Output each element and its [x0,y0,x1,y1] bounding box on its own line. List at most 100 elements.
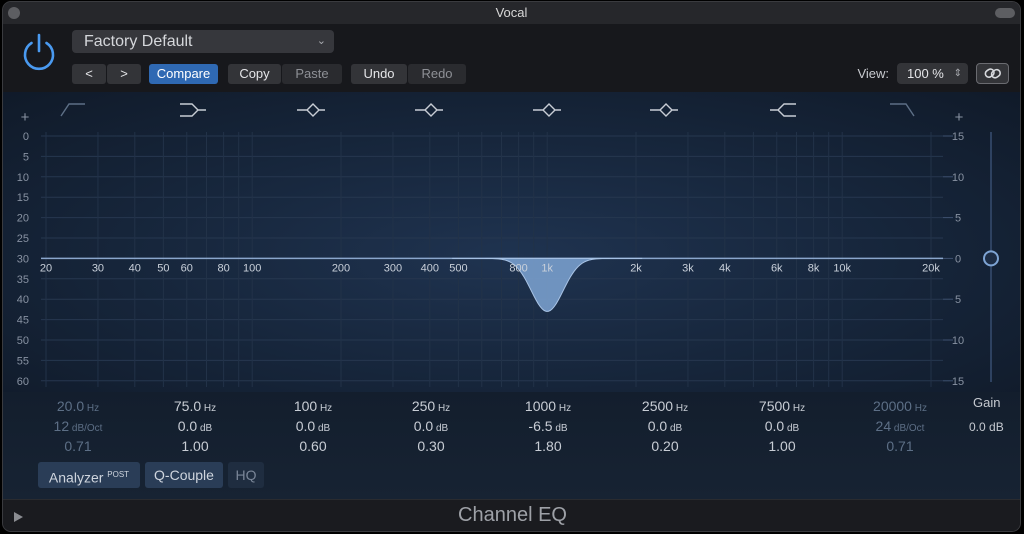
view-zoom-select[interactable]: 100 % ⇕ [897,63,968,84]
band-gain[interactable]: 24 dB/Oct [855,418,945,434]
band-gain-unit: dB/Oct [69,423,103,434]
next-preset-button[interactable]: > [107,64,141,84]
band-q-value: 1.00 [181,438,209,454]
band-frequency[interactable]: 20.0 Hz [33,398,123,414]
db-scale-label: 30 [17,253,29,265]
band-q[interactable]: 1.80 [503,438,593,454]
freq-label: 20 [40,262,52,274]
high-pass-filter-icon[interactable] [60,103,85,117]
db-scale-label: 55 [17,355,29,367]
eq-graph-svg[interactable]: 05101520253035404550556015105051015+ +20 3… [3,92,1021,392]
q-couple-button[interactable]: Q-Couple [145,462,223,488]
band-column-8: 20000 Hz 24 dB/Oct 0.71 [855,398,945,454]
view-label: View: [857,66,889,81]
bell-filter-icon[interactable] [415,103,443,117]
band-frequency-unit: Hz [317,403,333,414]
band-frequency-value: 2500 [641,398,674,414]
band-q[interactable]: 0.71 [855,438,945,454]
analyzer-post-label: POST [107,470,130,479]
band-frequency-unit: Hz [201,403,217,414]
freq-label: 60 [181,262,193,274]
band-gain-value: 24 [875,418,892,434]
band-frequency[interactable]: 7500 Hz [737,398,827,414]
band-frequency-unit: Hz [556,403,572,414]
band-gain-unit: dB [667,423,683,434]
analyzer-button[interactable]: Analyzer POST [38,462,140,488]
freq-label: 200 [332,262,350,274]
bell-filter-icon[interactable] [533,103,561,117]
band-gain-unit: dB [784,423,800,434]
band-q[interactable]: 1.00 [737,438,827,454]
gain-scale-label: 0 [955,253,961,265]
previous-preset-button[interactable]: < [72,64,106,84]
freq-label: 800 [509,262,527,274]
band-q[interactable]: 0.71 [33,438,123,454]
band-column-4: 250 Hz 0.0 dB 0.30 [386,398,476,454]
freq-label: 80 [217,262,229,274]
gain-scale-label: 5 [955,213,961,225]
plus-right-icon[interactable]: + [955,109,964,126]
footer-bar: Channel EQ [3,499,1020,531]
window-title: Vocal [495,5,528,20]
band-gain[interactable]: 12 dB/Oct [33,418,123,434]
band-frequency[interactable]: 2500 Hz [620,398,710,414]
band-q[interactable]: 0.30 [386,438,476,454]
bell-filter-icon[interactable] [297,103,325,117]
band-gain[interactable]: -6.5 dB [503,418,593,434]
band-q[interactable]: 0.20 [620,438,710,454]
band-frequency[interactable]: 250 Hz [386,398,476,414]
freq-label: 2k [630,262,642,274]
compare-button[interactable]: Compare [149,64,218,84]
eq-graph[interactable]: 0 5 10 15 20 25 30 35 40 45 50 55 60 15 10 5 0 5 10 15 + +20 3… [3,92,1021,392]
gain-scale-label: 10 [952,335,964,347]
band-gain-unit: dB [552,423,568,434]
band-q-value: 0.20 [651,438,679,454]
band-frequency-value: 250 [411,398,436,414]
hq-button[interactable]: HQ [228,462,264,488]
link-button[interactable] [976,63,1009,84]
db-scale-label: 40 [17,294,29,306]
band-gain-unit: dB [197,423,213,434]
high-shelf-filter-icon[interactable] [770,103,796,117]
paste-button[interactable]: Paste [282,64,342,84]
band-gain[interactable]: 0.0 dB [737,418,827,434]
analyzer-label: Analyzer [48,469,104,486]
band-frequency[interactable]: 100 Hz [268,398,358,414]
bell-filter-icon[interactable] [650,103,678,117]
band-gain[interactable]: 0.0 dB [386,418,476,434]
undo-button[interactable]: Undo [351,64,407,84]
band-frequency[interactable]: 75.0 Hz [150,398,240,414]
plus-left-icon[interactable]: + [21,109,30,126]
band-gain-unit: dB [315,423,331,434]
gain-knob[interactable] [983,250,999,267]
updown-chevron-icon: ⇕ [953,68,962,79]
resize-pill-icon[interactable] [995,8,1015,18]
band-gain[interactable]: 0.0 dB [268,418,358,434]
band-q-value: 0.71 [64,438,92,454]
band-column-1: 20.0 Hz 12 dB/Oct 0.71 [33,398,123,454]
close-dot-icon[interactable] [8,7,20,19]
band-q[interactable]: 1.00 [150,438,240,454]
low-pass-filter-icon[interactable] [890,103,915,117]
copy-button[interactable]: Copy [228,64,281,84]
gain-value[interactable]: 0.0 dB [969,420,1004,434]
db-scale-label: 5 [23,151,29,163]
preset-menu[interactable]: Factory Default ⌄ [72,30,334,53]
freq-label: 8k [808,262,820,274]
band-gain[interactable]: 0.0 dB [150,418,240,434]
plugin-header: Factory Default ⌄ < > Compare Copy Paste… [3,24,1020,92]
freq-label: 4k [719,262,731,274]
power-icon[interactable] [19,32,59,72]
band-q[interactable]: 0.60 [268,438,358,454]
chevron-left-icon: < [85,66,93,81]
band-gain[interactable]: 0.0 dB [620,418,710,434]
band-q-value: 0.30 [417,438,445,454]
freq-label: 50 [157,262,169,274]
freq-label: 30 [92,262,104,274]
band-frequency[interactable]: 20000 Hz [855,398,945,414]
redo-button[interactable]: Redo [408,64,466,84]
low-shelf-filter-icon[interactable] [180,103,206,117]
band-frequency[interactable]: 1000 Hz [503,398,593,414]
freq-label: 1k [541,262,553,274]
band-frequency-unit: Hz [790,403,806,414]
